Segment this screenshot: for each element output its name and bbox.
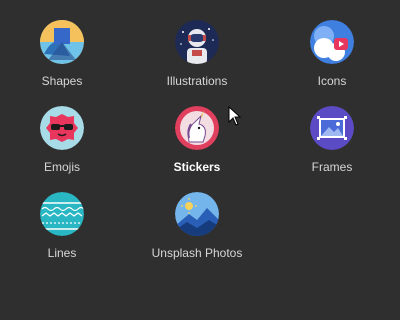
- category-label: Icons: [317, 74, 347, 88]
- category-label: Emojis: [43, 160, 80, 174]
- cloud-play-icon: [310, 20, 354, 64]
- category-label: Shapes: [41, 74, 83, 88]
- category-label: Lines: [47, 246, 77, 260]
- category-lines[interactable]: Lines: [2, 192, 122, 272]
- category-label: Unsplash Photos: [151, 246, 243, 260]
- category-label: Stickers: [173, 160, 221, 174]
- unicorn-sticker-icon: [175, 106, 219, 150]
- category-illustrations[interactable]: Illustrations: [137, 20, 257, 100]
- wavy-lines-icon: [40, 192, 84, 236]
- sunglasses-emoji-icon: [40, 106, 84, 150]
- category-label: Frames: [311, 160, 353, 174]
- category-unsplash-photos[interactable]: Unsplash Photos: [137, 192, 257, 272]
- category-emojis[interactable]: Emojis: [2, 106, 122, 186]
- category-icons[interactable]: Icons: [272, 20, 392, 100]
- category-label: Illustrations: [166, 74, 228, 88]
- element-category-panel: Shapes Illustrations Icons Emojis Sticke…: [0, 0, 400, 320]
- mountain-sun-photo-icon: [175, 192, 219, 236]
- photo-frame-icon: [310, 106, 354, 150]
- category-frames[interactable]: Frames: [272, 106, 392, 186]
- astronaut-illustration-icon: [175, 20, 219, 64]
- category-shapes[interactable]: Shapes: [2, 20, 122, 100]
- category-stickers[interactable]: Stickers: [137, 106, 257, 186]
- shapes-icon: [40, 20, 84, 64]
